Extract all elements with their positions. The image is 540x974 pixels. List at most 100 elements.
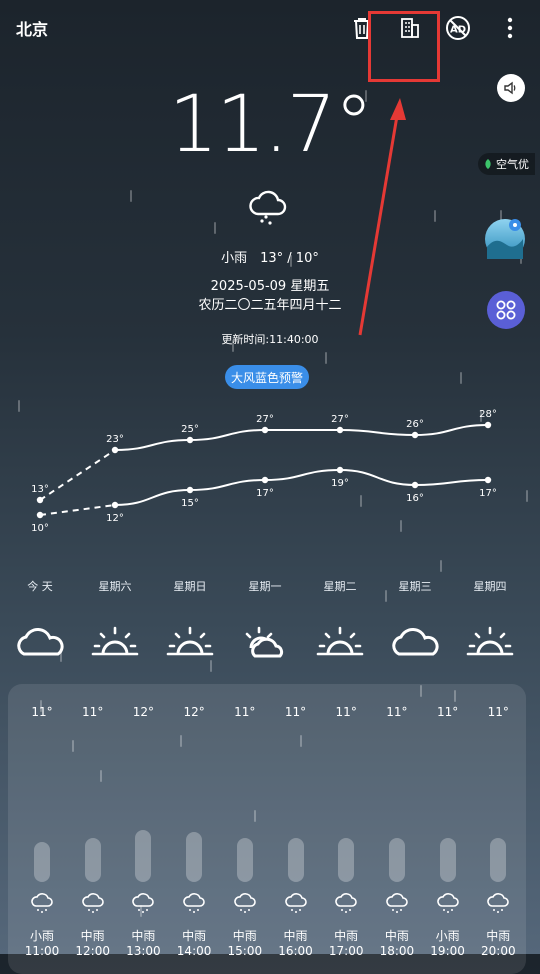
partly-sunny-icon: [462, 622, 518, 662]
hourly-condition: 中雨: [384, 929, 409, 943]
low-point: [186, 486, 194, 494]
hourly-temp: 11°: [82, 705, 104, 719]
low-temp-label: 17°: [479, 488, 497, 499]
low-point: [484, 476, 492, 484]
day-label: 今 天: [27, 580, 53, 593]
hourly-temp: 11°: [436, 705, 459, 719]
hourly-condition: 中雨: [334, 929, 359, 943]
rain-cloud-icon: [486, 893, 510, 915]
day-label: 星期日: [173, 580, 207, 593]
high-temp-label: 25°: [181, 424, 199, 435]
hourly-condition: 中雨: [486, 929, 511, 943]
hourly-time: 17:00: [328, 944, 364, 958]
low-point: [336, 466, 344, 474]
hourly-temp: 12°: [183, 705, 205, 719]
trend-line-today-segment: [39, 449, 116, 501]
day-label: 星期四: [473, 580, 507, 593]
low-point: [261, 476, 269, 484]
hourly-temp: 12°: [132, 705, 155, 719]
day-label: 星期三: [398, 580, 432, 593]
high-temp-label: 13°: [31, 484, 49, 495]
hourly-time: 18:00: [379, 944, 415, 958]
high-point: [186, 436, 194, 444]
day-label: 星期二: [323, 580, 357, 593]
hourly-temp-bar: [186, 832, 203, 882]
high-temp-label: 27°: [331, 414, 349, 425]
hourly-time: 15:00: [227, 944, 263, 958]
hourly-condition: 中雨: [283, 929, 308, 943]
high-point: [36, 496, 44, 504]
hourly-condition: 中雨: [182, 929, 207, 943]
hourly-time: 14:00: [176, 944, 212, 958]
low-temp-label: 19°: [331, 478, 349, 489]
cloudy-icon: [12, 622, 68, 662]
lunar-date: 农历二〇二五年四月十二: [198, 298, 342, 313]
update-time: 更新时间:11:40:00: [221, 333, 319, 346]
low-temp-label: 10°: [31, 523, 49, 534]
city-title[interactable]: 北京: [16, 16, 48, 40]
high-point: [261, 426, 269, 434]
rain-cloud-icon: [131, 893, 155, 915]
trend-line-today-segment: [39, 504, 116, 516]
hourly-condition: 小雨: [29, 929, 54, 943]
low-temp-label: 16°: [406, 493, 424, 504]
hourly-temp-bar: [338, 838, 355, 882]
hourly-time: 13:00: [126, 944, 161, 958]
low-point: [411, 481, 419, 489]
rain-cloud-icon: [385, 893, 409, 915]
rain-cloud-icon: [249, 190, 287, 225]
hourly-temp: 11°: [487, 705, 509, 719]
high-point: [484, 421, 492, 429]
hourly-time: 19:00: [430, 944, 465, 958]
high-temp-label: 26°: [406, 419, 424, 430]
hourly-time: 20:00: [481, 944, 516, 958]
high-point: [336, 426, 344, 434]
hourly-temp: 11°: [284, 705, 307, 719]
rain-cloud-icon: [436, 893, 460, 915]
hourly-temp-bar: [135, 830, 152, 882]
day-label: 星期六: [98, 580, 132, 593]
day-label: 星期一: [248, 580, 282, 593]
hourly-temp-bar: [439, 838, 456, 882]
hourly-temp: 11°: [234, 705, 256, 719]
hourly-condition: 小雨: [435, 929, 460, 943]
partly-sunny-icon: [312, 622, 368, 662]
hourly-temp: 11°: [335, 705, 357, 719]
rain-cloud-icon: [81, 893, 105, 915]
rain-cloud-icon: [233, 893, 257, 915]
hourly-temp-bar: [490, 838, 507, 882]
hourly-temp: 11°: [386, 705, 408, 719]
hourly-time: 11:00: [24, 944, 60, 958]
low-temperature-line: [114, 468, 489, 506]
high-point: [111, 446, 119, 454]
hourly-temp: 11°: [31, 705, 53, 719]
high-point: [411, 431, 419, 439]
rain-cloud-icon: [334, 893, 358, 915]
hourly-temp-bar: [388, 838, 405, 882]
condition-range: 小雨 13° / 10°: [221, 251, 319, 266]
high-temperature-line: [114, 424, 489, 451]
temperature-trend-chart: 13° 23° 25° 27° 27° 26° 28° 10° 12° 15° 17° 19° 16° 1…: [31, 409, 497, 534]
partly-sunny-icon: [237, 622, 293, 662]
hourly-condition: 中雨: [80, 929, 105, 943]
rain-cloud-icon: [30, 893, 54, 915]
current-temperature: 11.7°: [168, 80, 374, 170]
high-temp-label: 23°: [106, 434, 124, 445]
partly-sunny-icon: [87, 622, 143, 662]
low-point: [36, 511, 44, 519]
low-temp-label: 12°: [106, 513, 124, 524]
weather-warning-badge[interactable]: 大风蓝色预警: [225, 365, 309, 389]
ad-off-icon[interactable]: AD: [444, 14, 472, 42]
partly-sunny-icon: [162, 622, 218, 662]
rain-cloud-icon: [182, 893, 206, 915]
high-temp-label: 27°: [256, 414, 274, 425]
hourly-temp-bar: [287, 838, 304, 882]
rain-cloud-icon: [284, 893, 308, 915]
hourly-temp-bar: [84, 838, 101, 882]
more-vert-icon[interactable]: [496, 14, 524, 42]
hourly-temp-bar: [34, 842, 50, 882]
hourly-condition: 中雨: [232, 929, 257, 943]
hourly-condition: 中雨: [131, 929, 156, 943]
high-temp-label: 28°: [479, 409, 497, 420]
highlight-annotation: [368, 11, 440, 82]
